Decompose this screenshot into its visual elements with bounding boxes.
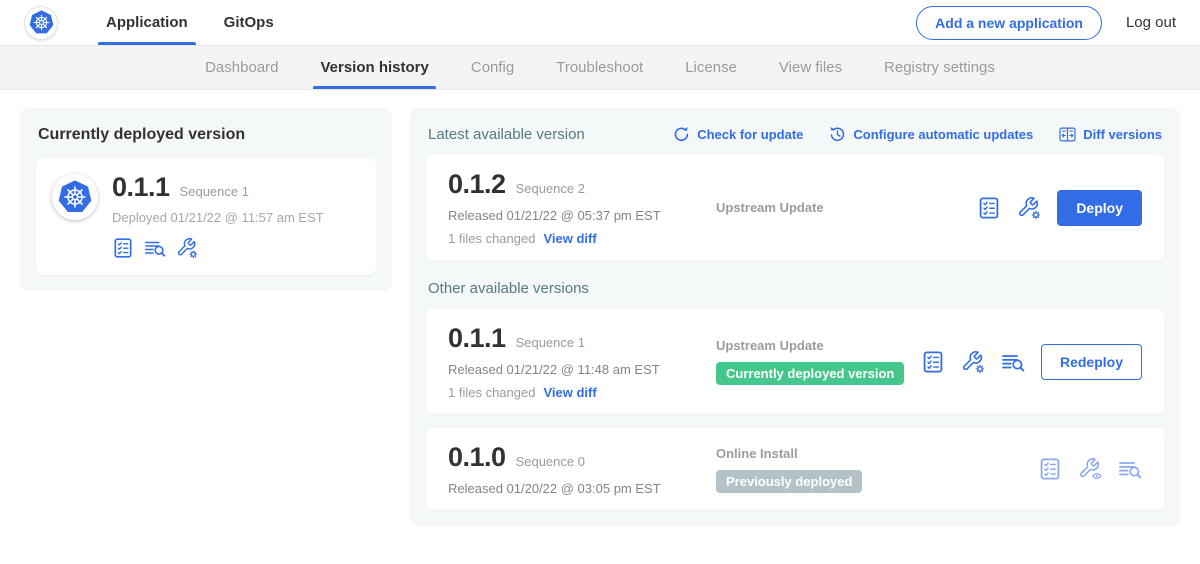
released-timestamp: Released 01/20/22 @ 03:05 pm EST [448,481,716,496]
version-number: 0.1.1 [448,323,506,354]
app-logo-button[interactable] [24,0,58,45]
kubernetes-logo-icon [24,6,58,40]
app-subnav: Dashboard Version history Config Trouble… [0,46,1200,90]
add-application-button[interactable]: Add a new application [916,6,1102,40]
configure-automatic-updates-link[interactable]: Configure automatic updates [829,126,1033,143]
configure-automatic-updates-label: Configure automatic updates [853,127,1033,142]
tab-dashboard[interactable]: Dashboard [184,46,299,89]
version-card-0-1-0: 0.1.0 Sequence 0 Released 01/20/22 @ 03:… [426,428,1164,510]
tab-view-files[interactable]: View files [758,46,863,89]
version-number: 0.1.2 [448,169,506,200]
deploy-button[interactable]: Deploy [1057,190,1142,226]
source-type-label: Online Install [716,446,1038,461]
view-config-icon[interactable] [1078,457,1102,481]
version-source: Online Install Previously deployed [716,446,1038,493]
currently-deployed-badge: Currently deployed version [716,362,904,385]
previously-deployed-badge: Previously deployed [716,470,862,493]
kubernetes-app-icon [52,174,98,220]
sequence-label: Sequence 2 [516,181,585,196]
deployed-timestamp: Deployed 01/21/22 @ 11:57 am EST [112,210,324,225]
redeploy-button[interactable]: Redeploy [1041,344,1142,380]
version-info: 0.1.2 Sequence 2 Released 01/21/22 @ 05:… [448,169,716,246]
check-for-update-link[interactable]: Check for update [673,126,803,143]
preflight-checks-icon[interactable] [112,237,134,259]
preflight-checks-icon[interactable] [921,350,945,374]
files-changed-label: 1 files changed [448,231,535,246]
source-type-label: Upstream Update [716,200,977,215]
top-navbar: Application GitOps Add a new application… [0,0,1200,46]
version-actions: Deploy [977,190,1142,226]
edit-config-icon[interactable] [176,237,198,259]
nav-tab-application[interactable]: Application [88,0,206,45]
preflight-checks-icon[interactable] [977,196,1001,220]
deployed-version-card: 0.1.1 Sequence 1 Deployed 01/21/22 @ 11:… [36,158,376,275]
files-changed-label: 1 files changed [448,385,535,400]
diff-versions-link[interactable]: Diff versions [1059,126,1162,143]
version-source: Upstream Update Currently deployed versi… [716,338,921,385]
preflight-checks-icon[interactable] [1038,457,1062,481]
edit-config-icon[interactable] [961,350,985,374]
available-versions-panel: Latest available version Check for updat… [410,108,1180,526]
version-card-0-1-1: 0.1.1 Sequence 1 Released 01/21/22 @ 11:… [426,309,1164,414]
released-timestamp: Released 01/21/22 @ 11:48 am EST [448,362,716,377]
deploy-logs-icon[interactable] [1001,350,1025,374]
tab-version-history[interactable]: Version history [299,46,449,89]
refresh-icon [673,126,690,143]
deployed-sequence-label: Sequence 1 [180,184,249,199]
sequence-label: Sequence 0 [516,454,585,469]
check-for-update-label: Check for update [697,127,803,142]
version-number: 0.1.0 [448,442,506,473]
schedule-update-icon [829,126,846,143]
diff-versions-label: Diff versions [1083,127,1162,142]
other-versions-title: Other available versions [428,280,1162,297]
diff-icon [1059,126,1076,143]
nav-tab-gitops[interactable]: GitOps [206,0,292,45]
version-info: 0.1.0 Sequence 0 Released 01/20/22 @ 03:… [448,442,716,496]
view-diff-link[interactable]: View diff [543,231,596,246]
edit-config-icon[interactable] [1017,196,1041,220]
tab-troubleshoot[interactable]: Troubleshoot [535,46,664,89]
version-card-0-1-2: 0.1.2 Sequence 2 Released 01/21/22 @ 05:… [426,155,1164,260]
version-info: 0.1.1 Sequence 1 Released 01/21/22 @ 11:… [448,323,716,400]
source-type-label: Upstream Update [716,338,921,353]
deploy-logs-icon[interactable] [1118,457,1142,481]
version-actions: Redeploy [921,344,1142,380]
deployed-version-info: 0.1.1 Sequence 1 Deployed 01/21/22 @ 11:… [112,172,324,259]
nav-spacer [292,0,916,45]
deployed-version-number: 0.1.1 [112,172,170,203]
deployed-panel-title: Currently deployed version [38,126,376,144]
logout-button[interactable]: Log out [1126,14,1176,31]
version-actions-links: Check for update Configure automatic upd… [673,126,1162,143]
currently-deployed-panel: Currently deployed version 0.1.1 Sequenc… [20,108,392,291]
version-actions [1038,457,1142,481]
version-source: Upstream Update [716,200,977,215]
view-diff-link[interactable]: View diff [543,385,596,400]
nav-right: Add a new application Log out [916,0,1176,45]
tab-config[interactable]: Config [450,46,535,89]
sequence-label: Sequence 1 [516,335,585,350]
primary-nav: Application GitOps [88,0,292,45]
released-timestamp: Released 01/21/22 @ 05:37 pm EST [448,208,716,223]
latest-available-title: Latest available version [428,126,585,143]
tab-registry-settings[interactable]: Registry settings [863,46,1016,89]
main-content: Currently deployed version 0.1.1 Sequenc… [0,90,1200,544]
deploy-logs-icon[interactable] [144,237,166,259]
tab-license[interactable]: License [664,46,758,89]
